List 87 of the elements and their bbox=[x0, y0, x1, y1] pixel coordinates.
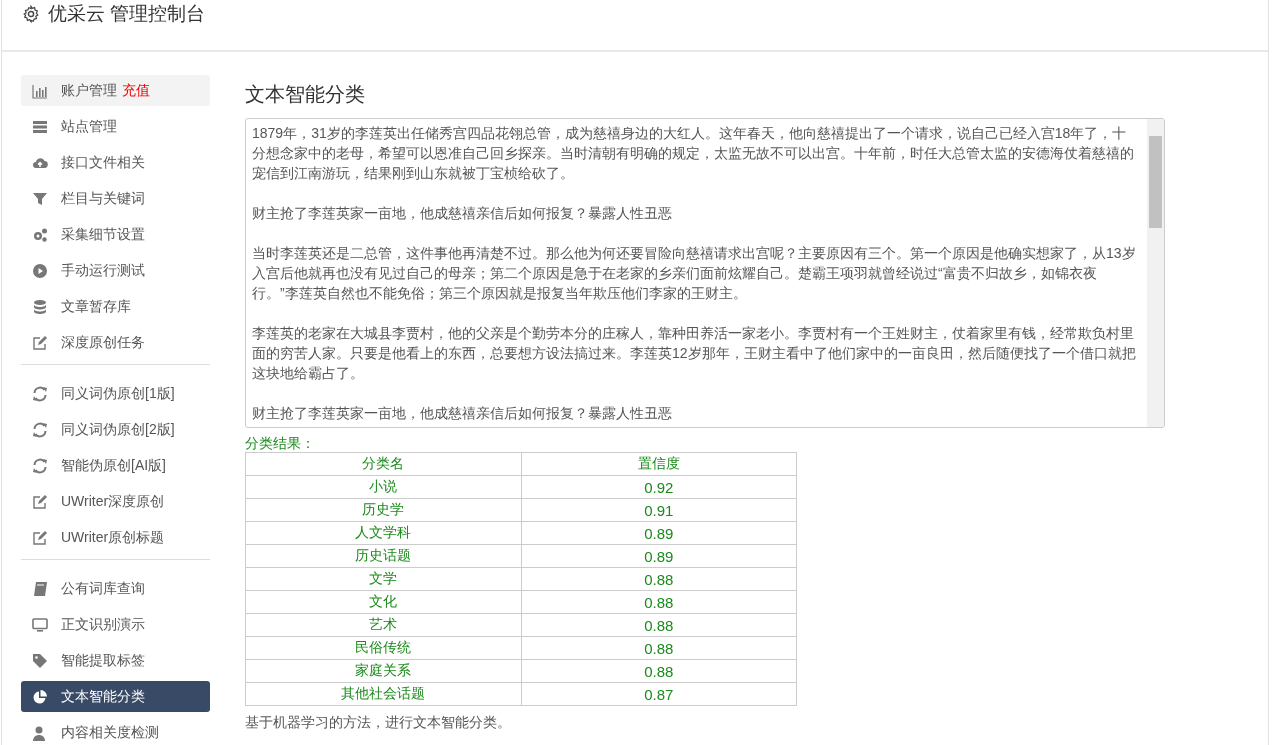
sidebar-item[interactable]: UWriter原创标题 bbox=[21, 522, 210, 553]
page-heading: 文本智能分类 bbox=[245, 82, 366, 106]
table-cell: 0.88 bbox=[521, 590, 797, 614]
nav-label: 账户管理 bbox=[61, 81, 117, 100]
table-cell: 艺术 bbox=[245, 613, 521, 637]
edit-icon bbox=[32, 334, 48, 351]
table-cell: 家庭关系 bbox=[245, 659, 521, 683]
recharge-link[interactable]: 充值 bbox=[122, 81, 150, 100]
nav-label: 文章暂存库 bbox=[61, 297, 131, 316]
sidebar-item[interactable]: 栏目与关键词 bbox=[21, 183, 210, 214]
sidebar-item[interactable]: 同义词伪原创[2版] bbox=[21, 414, 210, 445]
paragraph-text: 财主抢了李莲英家一亩地，他成慈禧亲信后如何报复？暴露人性丑恶 bbox=[252, 204, 673, 223]
tag-icon bbox=[32, 652, 48, 669]
sidebar-item[interactable]: 采集细节设置 bbox=[21, 219, 210, 250]
server-icon bbox=[32, 118, 48, 135]
nav-label: 智能伪原创[AI版] bbox=[61, 456, 166, 475]
nav-label: 智能提取标签 bbox=[61, 651, 145, 670]
edit-icon bbox=[32, 529, 48, 546]
nav-label: 采集细节设置 bbox=[61, 225, 145, 244]
nav-label: 站点管理 bbox=[61, 117, 117, 136]
sidebar-item[interactable]: 手动运行测试 bbox=[21, 255, 210, 286]
nav-label: 文本智能分类 bbox=[61, 687, 145, 706]
edit-icon bbox=[32, 493, 48, 510]
sidebar-item[interactable]: 同义词伪原创[1版] bbox=[21, 378, 210, 409]
table-cell: 0.88 bbox=[521, 659, 797, 683]
table-cell: 0.89 bbox=[521, 521, 797, 545]
app-title: 优采云 管理控制台 bbox=[48, 4, 206, 24]
table-cell: 0.87 bbox=[521, 682, 797, 706]
sidebar-item[interactable]: 智能提取标签 bbox=[21, 645, 210, 676]
table-cell: 文学 bbox=[245, 567, 521, 591]
play-icon bbox=[32, 262, 48, 279]
table-cell: 历史话题 bbox=[245, 544, 521, 568]
refresh-icon bbox=[32, 385, 48, 402]
table-cell: 民俗传统 bbox=[245, 636, 521, 660]
nav-label: 接口文件相关 bbox=[61, 153, 145, 172]
paragraph-text: 1879年，31岁的李莲英出任储秀宫四品花翎总管，成为慈禧身边的大红人。这年春天，他向慈禧提出了一个请求，说自己已经入宫18年了，十分想念家中的老母，希望可以恩准自己回乡探亲。当时清朝有明确的规定，太监无故不可以出宫。十年前，时任大总管太监的安德海仗着慈禧的宠信到江南游玩，结果刚到山东就被丁宝桢给砍了。 bbox=[252, 124, 1135, 183]
nav-label: 内容相关度检测 bbox=[61, 723, 159, 742]
nav-label: 正文识别演示 bbox=[61, 615, 145, 634]
nav-label: 同义词伪原创[2版] bbox=[61, 420, 175, 439]
nav-label: 公有词库查询 bbox=[61, 579, 145, 598]
table-cell: 0.88 bbox=[521, 567, 797, 591]
gears-icon bbox=[32, 226, 48, 243]
table-cell: 文化 bbox=[245, 590, 521, 614]
sidebar-item[interactable]: 接口文件相关 bbox=[21, 147, 210, 178]
table-cell: 其他社会话题 bbox=[245, 682, 521, 706]
nav-label: 手动运行测试 bbox=[61, 261, 145, 280]
paragraph-text: 当时李莲英还是二总管，这件事他再清楚不过。那么他为何还要冒险向慈禧请求出宫呢？主要原因有三个。第一个原因是他确实想家了，从13岁入宫后他就再也没有见过自己的母亲；第二个原因是急于在老家的乡亲们面前炫耀自己。楚霸王项羽就曾经说过“富贵不归故乡，如锦衣夜行。”李莲英自然也不能免俗；第三个原因就是报复当年欺压他们李家的王财主。 bbox=[252, 244, 1137, 303]
book-icon bbox=[32, 580, 48, 597]
table-cell: 0.92 bbox=[521, 475, 797, 499]
table-cell: 0.91 bbox=[521, 498, 797, 522]
sidebar-item[interactable]: 公有词库查询 bbox=[21, 573, 210, 604]
nav-label: 同义词伪原创[1版] bbox=[61, 384, 175, 403]
nav-label: UWriter深度原创 bbox=[61, 492, 165, 511]
sidebar-item[interactable]: UWriter深度原创 bbox=[21, 486, 210, 517]
table-cell: 0.88 bbox=[521, 613, 797, 637]
column-header: 分类名 bbox=[245, 452, 521, 476]
paragraph-text: 财主抢了李莲英家一亩地，他成慈禧亲信后如何报复？暴露人性丑恶 bbox=[252, 404, 673, 423]
person-icon bbox=[32, 724, 48, 741]
table-cell: 历史学 bbox=[245, 498, 521, 522]
settings-icon bbox=[22, 5, 40, 23]
sidebar-item[interactable]: 文章暂存库 bbox=[21, 291, 210, 322]
bar-chart-icon bbox=[32, 82, 48, 99]
monitor-icon bbox=[32, 616, 48, 633]
text-input-area[interactable] bbox=[245, 118, 1165, 428]
table-cell: 人文学科 bbox=[245, 521, 521, 545]
column-header: 置信度 bbox=[521, 452, 797, 476]
paragraph-text: 李莲英的老家在大城县李贾村，他的父亲是个勤劳本分的庄稼人，靠种田养活一家老小。李贾村有一个王姓财主，仗着家里有钱，经常欺负村里面的穷苦人家。只要是他看上的东西，总要想方设法搞过来。李莲英12岁那年，王财主看中了他们家中的一亩良田，然后随便找了一个借口就把这块地给霸占了。 bbox=[252, 324, 1137, 383]
filter-icon bbox=[32, 190, 48, 207]
nav-label: 深度原创任务 bbox=[61, 333, 145, 352]
pie-chart-icon bbox=[32, 688, 48, 705]
sidebar-item[interactable]: 站点管理 bbox=[21, 111, 210, 142]
sidebar-item[interactable]: 文本智能分类 bbox=[21, 681, 210, 712]
result-label: 分类结果： bbox=[245, 434, 316, 452]
sidebar-item[interactable]: 智能伪原创[AI版] bbox=[21, 450, 210, 481]
nav-label: 栏目与关键词 bbox=[61, 189, 145, 208]
sidebar-item[interactable]: 深度原创任务 bbox=[21, 327, 210, 358]
table-cell: 0.89 bbox=[521, 544, 797, 568]
sidebar-item[interactable]: 正文识别演示 bbox=[21, 609, 210, 640]
refresh-icon bbox=[32, 421, 48, 438]
refresh-icon bbox=[32, 457, 48, 474]
description-text: 基于机器学习的方法，进行文本智能分类。 bbox=[245, 714, 512, 732]
database-icon bbox=[32, 298, 48, 315]
table-cell: 小说 bbox=[245, 475, 521, 499]
nav-label: UWriter原创标题 bbox=[61, 528, 165, 547]
sidebar-item[interactable]: 内容相关度检测 bbox=[21, 717, 210, 745]
sidebar-item[interactable]: 账户管理 充值 bbox=[21, 75, 210, 106]
table-cell: 0.88 bbox=[521, 636, 797, 660]
